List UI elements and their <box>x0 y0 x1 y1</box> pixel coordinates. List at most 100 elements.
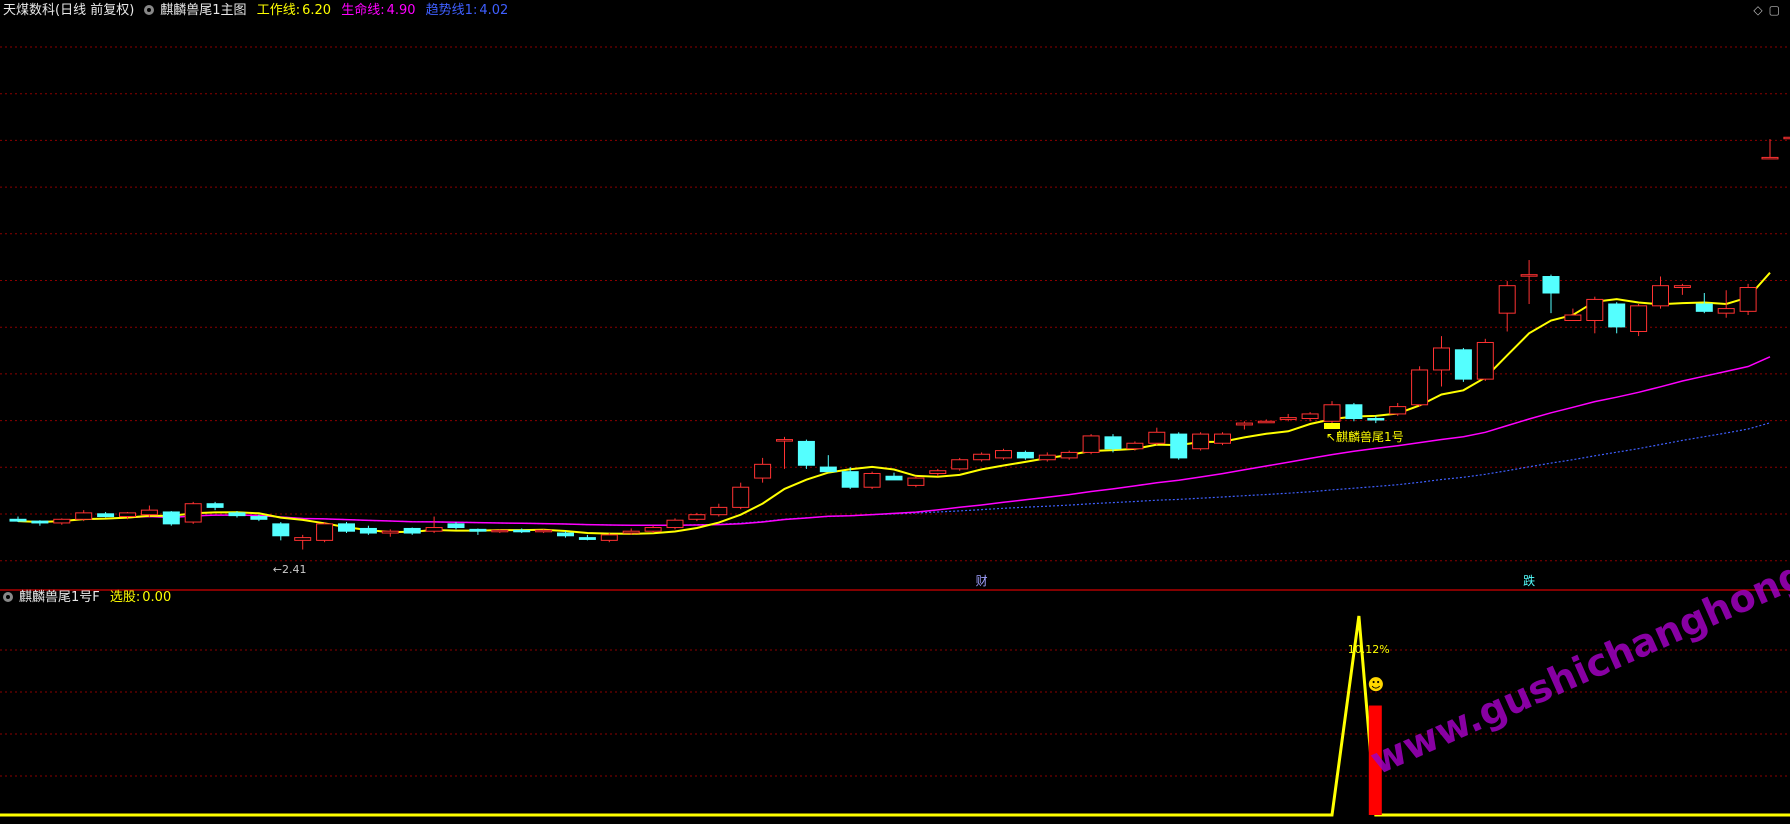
candle-body <box>9 518 27 522</box>
candle-body <box>1148 431 1166 444</box>
candle <box>1586 296 1604 334</box>
candle <box>1323 401 1341 424</box>
candle-body <box>1257 420 1275 424</box>
candle-body <box>1783 136 1790 140</box>
candle <box>447 522 465 530</box>
window-square-icon[interactable]: ▢ <box>1769 3 1780 17</box>
candle <box>1520 260 1538 304</box>
candle <box>75 510 93 522</box>
candle-body <box>1082 435 1100 453</box>
candle <box>425 516 443 534</box>
candle <box>1235 421 1253 430</box>
candle-body <box>53 518 71 524</box>
life-line-series <box>17 356 1771 527</box>
candle-body <box>1060 451 1078 459</box>
candle <box>1498 281 1516 332</box>
candle <box>535 529 553 534</box>
candle-body <box>1739 287 1757 312</box>
candle <box>973 452 991 462</box>
candle-body <box>491 529 509 533</box>
candle <box>1564 308 1582 321</box>
event-cai-label: 财 <box>976 574 988 588</box>
candle <box>31 520 49 526</box>
candle <box>1192 432 1210 451</box>
candle-body <box>250 516 268 520</box>
window-controls: ◇ ▢ <box>1753 2 1786 18</box>
candle <box>578 534 596 541</box>
candle <box>1630 304 1648 337</box>
candle <box>1214 432 1231 446</box>
candle-body <box>973 453 991 461</box>
candle <box>316 522 334 543</box>
signal-label: ↖麒麟兽尾1号 <box>1326 429 1404 444</box>
candle-body <box>578 537 596 540</box>
candle-body <box>338 523 355 532</box>
sub-header: 麒麟兽尾1号F 选股: 0.00 <box>3 590 177 606</box>
candle-body <box>557 532 574 537</box>
candle <box>666 518 684 530</box>
candle-body <box>1520 274 1538 277</box>
candle <box>1170 432 1188 460</box>
candle-body <box>1170 433 1188 459</box>
candle <box>1673 283 1691 295</box>
candle-body <box>1695 303 1713 312</box>
candle <box>907 476 925 488</box>
candle-body <box>469 528 487 532</box>
candle-body <box>403 527 421 534</box>
candle <box>469 528 487 535</box>
diamond-icon[interactable]: ◇ <box>1753 3 1762 17</box>
candle-body <box>1433 347 1450 371</box>
candle-body <box>885 475 903 481</box>
candle-body <box>600 534 618 541</box>
event-die-label: 跌 <box>1523 573 1535 588</box>
candle-body <box>425 527 443 532</box>
candle-body <box>381 530 399 534</box>
sub-settings-gear-icon[interactable] <box>3 592 13 602</box>
candle-body <box>1476 341 1494 380</box>
candle <box>9 516 27 523</box>
candle <box>710 503 728 517</box>
candle <box>162 511 180 526</box>
candle-body <box>1214 433 1231 444</box>
candle <box>732 482 750 510</box>
candle <box>1608 302 1626 334</box>
candle-body <box>359 527 377 534</box>
candle-body <box>316 523 334 541</box>
candle-body <box>666 519 684 529</box>
candle-body <box>1301 413 1319 420</box>
candle-body <box>644 527 662 532</box>
work-line-value: 6.20 <box>302 3 332 18</box>
candle-body <box>622 530 640 534</box>
sub-indicator-name[interactable]: 麒麟兽尾1号F <box>19 590 100 605</box>
candle <box>206 501 224 511</box>
candlestick-chart[interactable]: 8.23←2.41↖麒麟兽尾1号财跌涨10.12%☻www.gushichang… <box>0 0 1790 820</box>
candle <box>294 534 312 550</box>
candle <box>1411 366 1429 407</box>
candle-body <box>535 529 553 533</box>
candle <box>53 518 71 525</box>
candle-body <box>819 466 837 473</box>
candle <box>995 448 1012 460</box>
candle-body <box>140 509 158 516</box>
candle-body <box>732 486 750 508</box>
candle <box>1542 274 1560 314</box>
candle-body <box>1367 418 1385 421</box>
candle-body <box>184 503 202 523</box>
candle-body <box>863 472 881 488</box>
candle-body <box>688 514 706 520</box>
candle <box>184 501 202 524</box>
candle-body <box>294 537 312 541</box>
candle <box>491 529 509 534</box>
settings-gear-icon[interactable] <box>144 5 155 15</box>
candle-body <box>272 523 290 537</box>
candle-body <box>929 470 947 474</box>
indicator-name[interactable]: 麒麟兽尾1主图 <box>160 3 246 18</box>
candle-body <box>1104 436 1122 450</box>
candle-body <box>1564 314 1582 321</box>
candle <box>403 527 421 535</box>
pick-label: 选股: <box>109 590 141 605</box>
candle-body <box>1652 285 1669 307</box>
candle <box>951 457 969 471</box>
candle <box>1476 338 1494 381</box>
candle <box>1454 347 1472 382</box>
